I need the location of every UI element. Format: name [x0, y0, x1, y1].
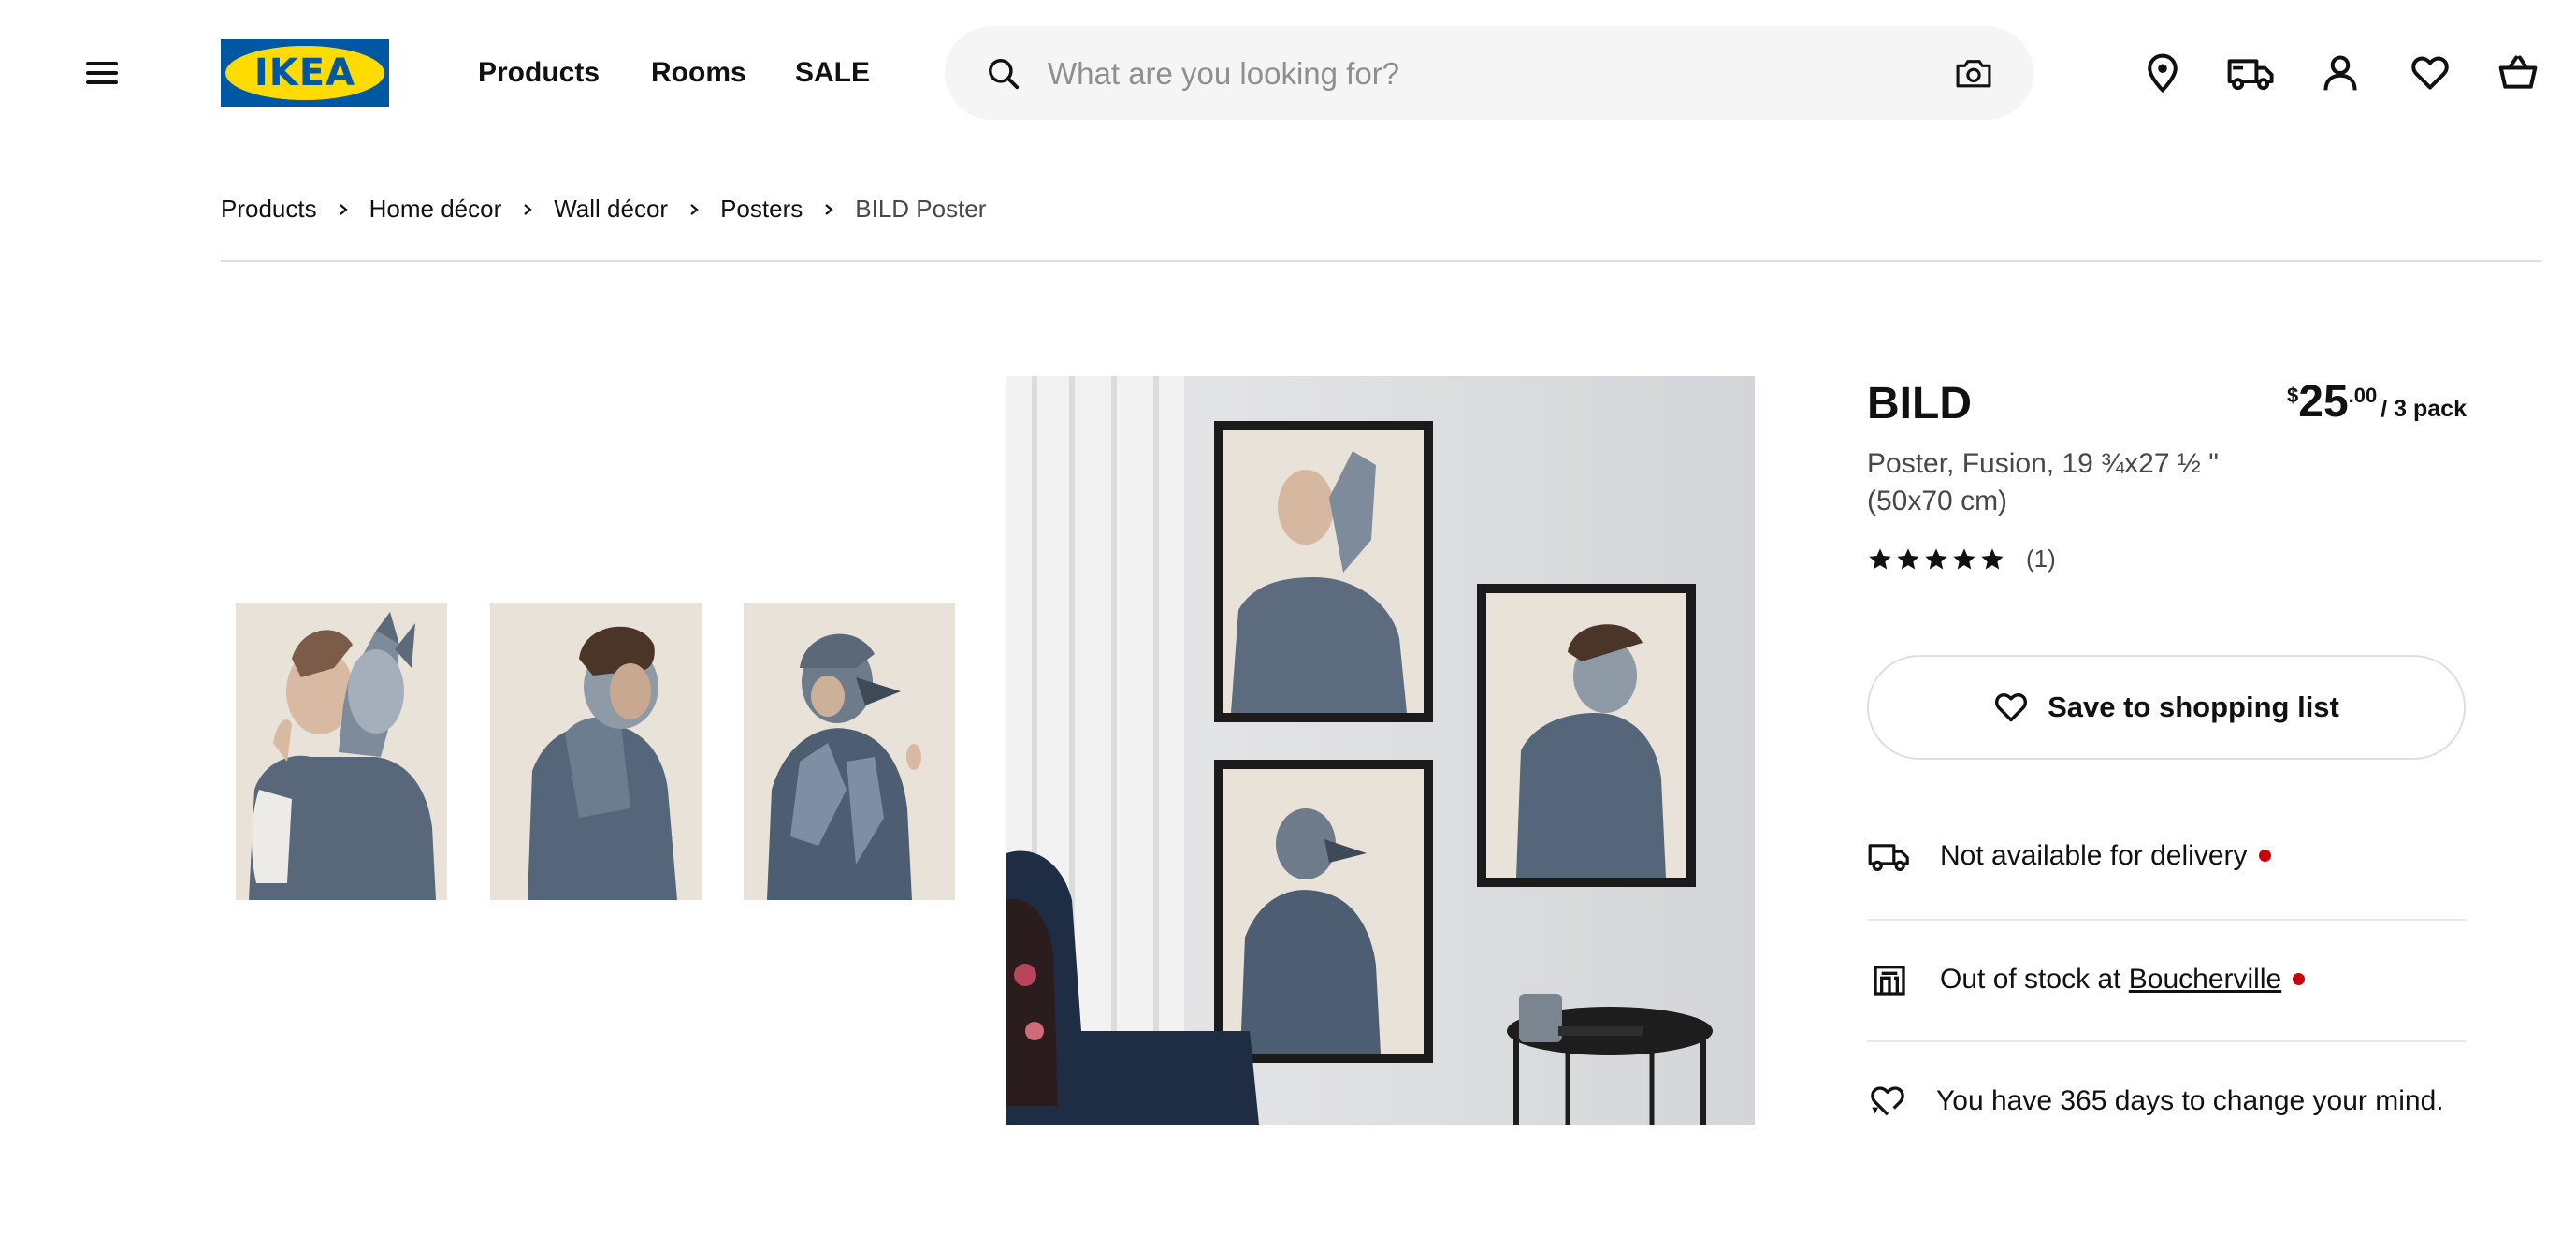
breadcrumb-posters[interactable]: Posters — [720, 195, 803, 224]
bird-woman-poster-image — [744, 603, 955, 900]
status-dot — [2293, 972, 2306, 985]
breadcrumb-current: BILD Poster — [855, 195, 987, 223]
heart-icon — [1995, 692, 2028, 722]
product-name: BILD — [1867, 379, 1972, 429]
nav-sale[interactable]: SALE — [795, 52, 870, 94]
delivery-status: Not available for delivery — [1867, 795, 2466, 917]
chevron-right-icon — [339, 203, 348, 215]
chevron-right-icon — [690, 203, 699, 215]
product-description: Poster, Fusion, 19 ¾x27 ½ " (50x70 cm) — [1867, 448, 2219, 516]
breadcrumb-products[interactable]: Products — [221, 195, 317, 224]
thumbnail-1[interactable] — [236, 603, 447, 900]
price-currency: $ — [2287, 384, 2299, 407]
chevron-right-icon — [825, 203, 833, 215]
main-product-image[interactable] — [1006, 376, 1755, 1125]
nav-rooms[interactable]: Rooms — [651, 52, 746, 94]
returns-text: You have 365 days to change your mind. — [1936, 1085, 2444, 1116]
product-rating[interactable]: (1) — [1867, 545, 2056, 574]
star-icon — [1953, 547, 1975, 569]
return-policy: You have 365 days to change your mind. — [1867, 1040, 2466, 1162]
header-divider — [221, 260, 2542, 262]
rating-count: (1) — [2026, 545, 2056, 573]
user-icon[interactable] — [2320, 52, 2361, 94]
save-to-shopping-list-button[interactable]: Save to shopping list — [1867, 655, 2466, 760]
ikea-logo[interactable]: IKEA — [221, 39, 389, 107]
search-input[interactable] — [1046, 51, 1910, 97]
thumbnail-2[interactable] — [490, 603, 702, 900]
thumbnail-3[interactable] — [744, 603, 955, 900]
chevron-right-icon — [524, 203, 532, 215]
price-decimal: .00 — [2348, 384, 2378, 407]
star-icon — [1925, 547, 1947, 569]
breadcrumb-home-decor[interactable]: Home décor — [369, 195, 502, 224]
price-unit: / 3 pack — [2381, 396, 2467, 422]
location-pin-icon[interactable] — [2142, 52, 2183, 94]
stock-text: Out of stock at — [1940, 964, 2121, 995]
store-link[interactable]: Boucherville — [2129, 964, 2281, 995]
star-icon — [1869, 547, 1891, 569]
heart-icon[interactable] — [2410, 52, 2451, 94]
price-integer: 25 — [2298, 377, 2349, 427]
delivery-text: Not available for delivery — [1940, 840, 2248, 871]
delivery-truck-icon[interactable] — [2226, 52, 2277, 94]
hamburger-menu-icon[interactable] — [80, 54, 127, 92]
room-scene-image — [1006, 376, 1755, 1125]
bear-man-poster-image — [490, 603, 702, 900]
breadcrumb-wall-decor[interactable]: Wall décor — [554, 195, 668, 224]
nav-products[interactable]: Products — [478, 52, 600, 94]
star-icon — [1897, 547, 1919, 569]
shopping-bag-icon[interactable] — [2497, 52, 2539, 94]
logo-text: IKEA — [253, 51, 356, 94]
price: $25.00/ 3 pack — [2287, 376, 2467, 428]
star-icon — [1981, 547, 2004, 569]
search-bar[interactable] — [945, 26, 2033, 120]
search-icon[interactable] — [986, 56, 1021, 92]
delivery-truck-icon — [1868, 844, 1909, 871]
breadcrumb: Products Home décor Wall décor Posters B… — [221, 195, 986, 224]
fox-woman-poster-image — [236, 603, 447, 900]
camera-icon[interactable] — [1955, 56, 1992, 90]
store-stock-status: Out of stock at Boucherville — [1867, 919, 2466, 1040]
status-dot — [2258, 849, 2271, 862]
store-icon — [1874, 966, 1905, 996]
save-button-label: Save to shopping list — [2048, 690, 2339, 723]
return-heart-icon — [1871, 1086, 1904, 1116]
